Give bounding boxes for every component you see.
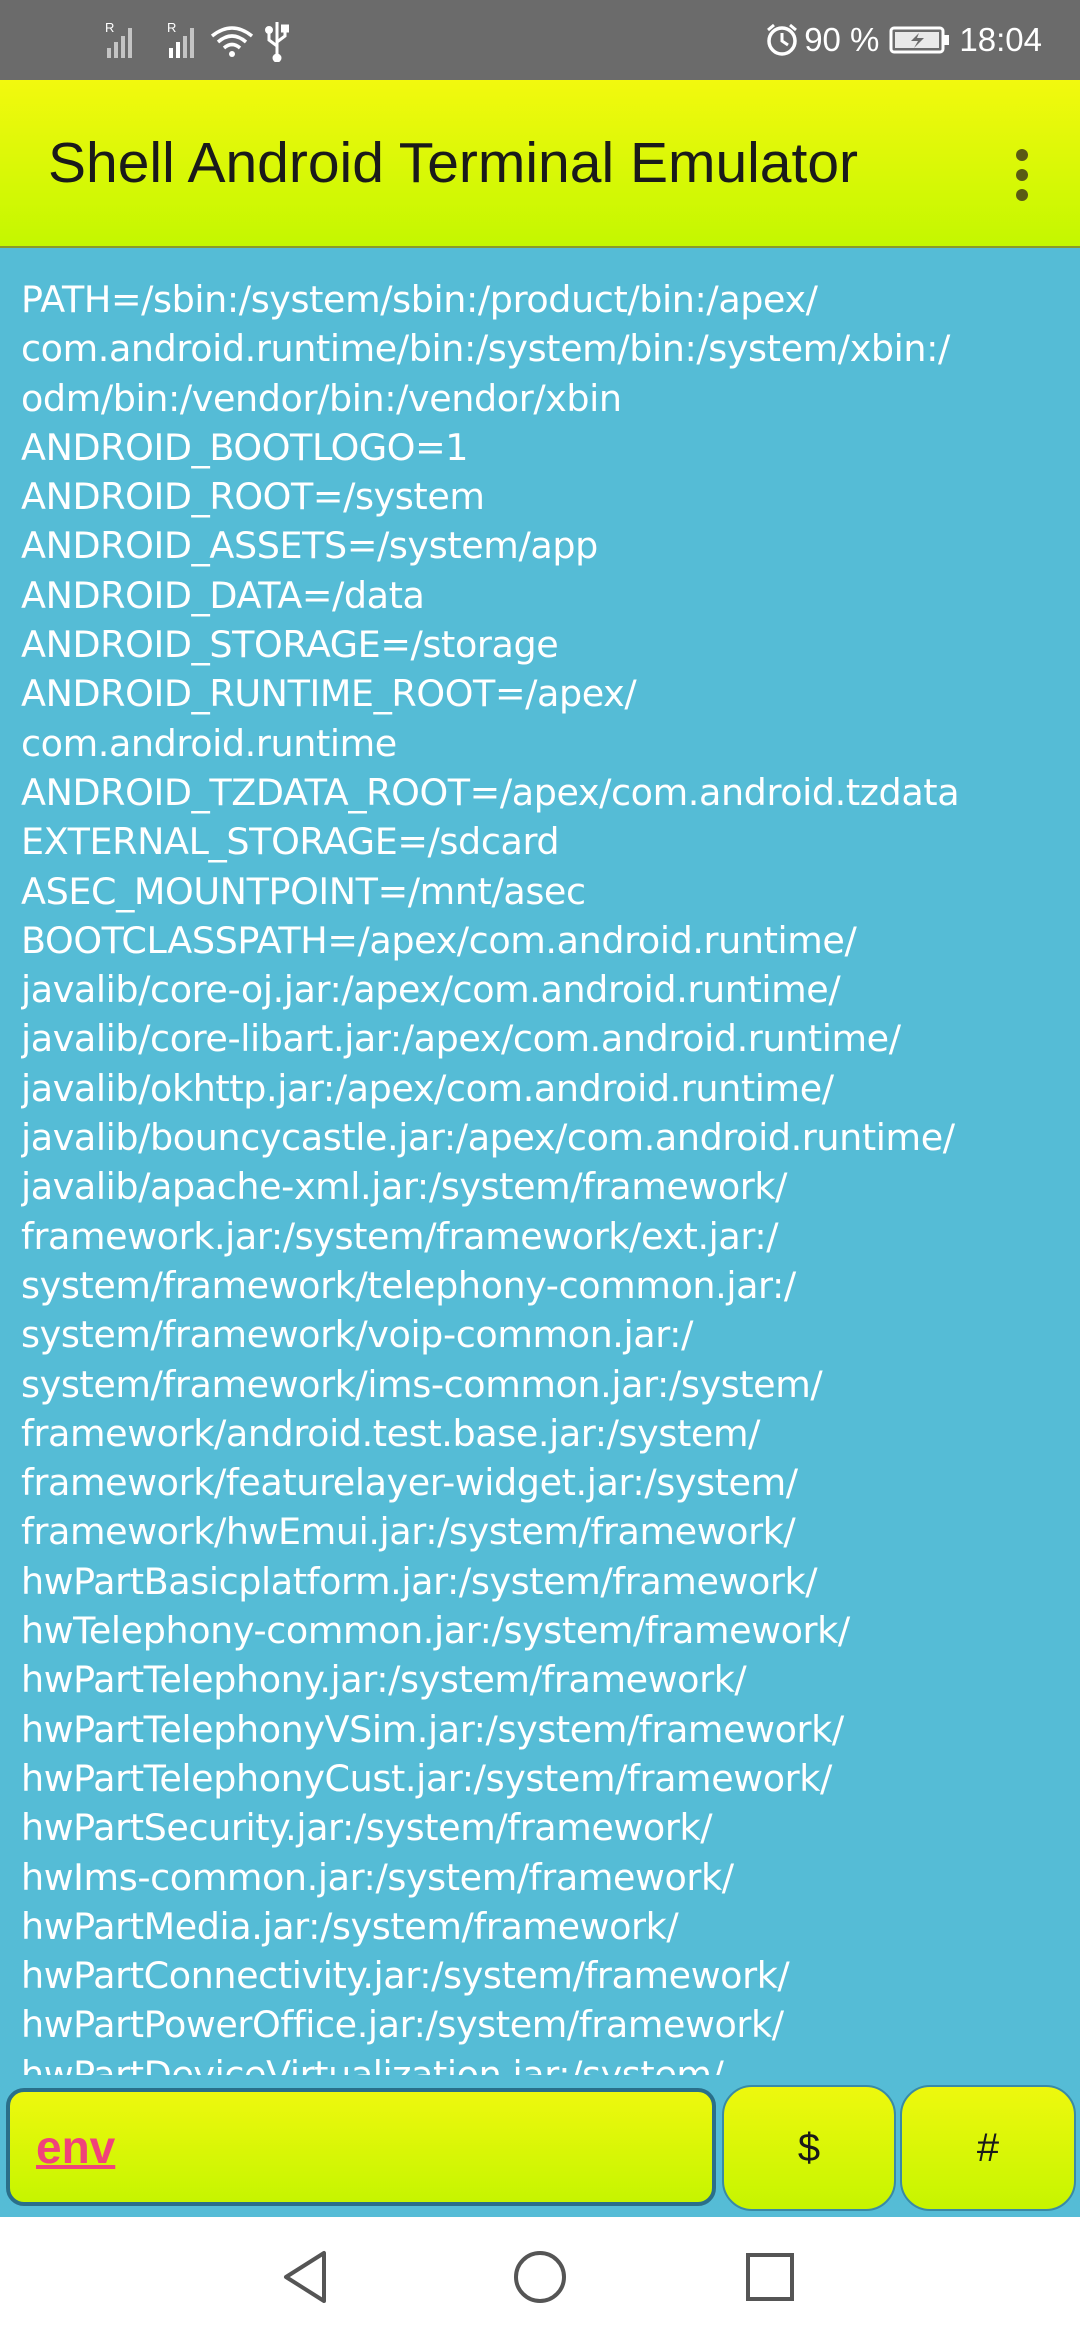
terminal-line: framework/featurelayer-widget.jar:/syste… [21,1461,798,1505]
terminal-line: ANDROID_ASSETS=/system/app [21,524,598,568]
terminal-line: javalib/core-libart.jar:/apex/com.androi… [21,1017,901,1061]
signal-r-icon: R [105,20,132,58]
svg-text:R: R [105,20,114,35]
overflow-menu-icon[interactable] [1002,145,1042,205]
terminal-line: hwPartBasicplatform.jar:/system/framewor… [21,1559,818,1603]
user-shell-button[interactable]: $ [722,2085,896,2211]
terminal-line: BOOTCLASSPATH=/apex/com.android.runtime/ [21,918,857,962]
terminal-line: hwPartTelephonyCust.jar:/system/framewor… [21,1756,832,1800]
terminal-line: javalib/apache-xml.jar:/system/framework… [21,1165,788,1209]
terminal-line: javalib/core-oj.jar:/apex/com.android.ru… [21,968,841,1012]
terminal-line: ANDROID_DATA=/data [21,573,425,617]
back-icon[interactable] [276,2245,340,2309]
alarm-icon [767,23,798,56]
terminal-line: system/framework/ims-common.jar:/system/ [21,1362,823,1406]
terminal-output[interactable]: PATH=/sbin:/system/sbin:/product/bin:/ap… [21,275,1066,2075]
status-bar: R R 90 % 18:04 [0,0,1080,80]
terminal-line: PATH=/sbin:/system/sbin:/product/bin:/ap… [21,278,818,321]
input-bar: env $ # [0,2077,1080,2217]
app-title: Shell Android Terminal Emulator [48,131,859,195]
home-icon[interactable] [508,2245,572,2309]
terminal-line: hwIms-common.jar:/system/framework/ [21,1855,734,1899]
status-icons-right: 90 % 18:04 [764,18,1042,62]
terminal-line: ANDROID_ROOT=/system [21,475,485,519]
terminal-line: framework/hwEmui.jar:/system/framework/ [21,1510,796,1554]
terminal-line: javalib/okhttp.jar:/apex/com.android.run… [21,1066,834,1110]
terminal-line: ASEC_MOUNTPOINT=/mnt/asec [21,869,586,913]
terminal-line: ANDROID_TZDATA_ROOT=/apex/com.android.tz… [21,770,960,814]
terminal-line: com.android.runtime/bin:/system/bin:/sys… [21,327,950,371]
terminal-line: EXTERNAL_STORAGE=/sdcard [21,820,560,864]
terminal-line: com.android.runtime [21,721,397,765]
app-bar: Shell Android Terminal Emulator [0,80,1080,248]
terminal-line: hwTelephony-common.jar:/system/framework… [21,1609,850,1653]
terminal-line: hwPartMedia.jar:/system/framework/ [21,1904,679,1948]
status-icons-left: R R [105,18,305,63]
navigation-bar [0,2217,1080,2340]
terminal-line: ANDROID_RUNTIME_ROOT=/apex/ [21,672,637,716]
terminal-line: hwPartPowerOffice.jar:/system/framework/ [21,2003,784,2047]
terminal-line: odm/bin:/vendor/bin:/vendor/xbin [21,376,622,420]
battery-charging-icon [889,26,950,54]
terminal-line: framework.jar:/system/framework/ext.jar:… [21,1214,779,1258]
terminal-line: hwPartTelephony.jar:/system/framework/ [21,1658,747,1702]
usb-icon [265,22,289,63]
status-time: 18:04 [959,21,1042,58]
terminal-line: hwPartTelephonyVSim.jar:/system/framewor… [21,1707,844,1751]
terminal-line: ANDROID_BOOTLOGO=1 [21,425,469,469]
terminal-line: framework/android.test.base.jar:/system/ [21,1411,761,1455]
command-input[interactable]: env [6,2088,716,2206]
command-input-value: env [36,2121,116,2173]
terminal-line: javalib/bouncycastle.jar:/apex/com.andro… [21,1116,955,1160]
terminal-line: hwPartDeviceVirtualization.jar:/system/ [21,2052,724,2075]
terminal-line: hwPartSecurity.jar:/system/framework/ [21,1806,713,1850]
recents-icon[interactable] [738,2245,802,2309]
signal-r-icon: R [167,20,194,58]
terminal-line: system/framework/voip-common.jar:/ [21,1313,693,1357]
wifi-icon [210,26,254,57]
terminal-line: system/framework/telephony-common.jar:/ [21,1263,796,1307]
terminal-line: hwPartConnectivity.jar:/system/framework… [21,1954,790,1998]
battery-percent: 90 % [804,21,880,58]
svg-text:R: R [167,20,176,35]
root-shell-button[interactable]: # [900,2085,1076,2211]
terminal-line: ANDROID_STORAGE=/storage [21,623,559,667]
